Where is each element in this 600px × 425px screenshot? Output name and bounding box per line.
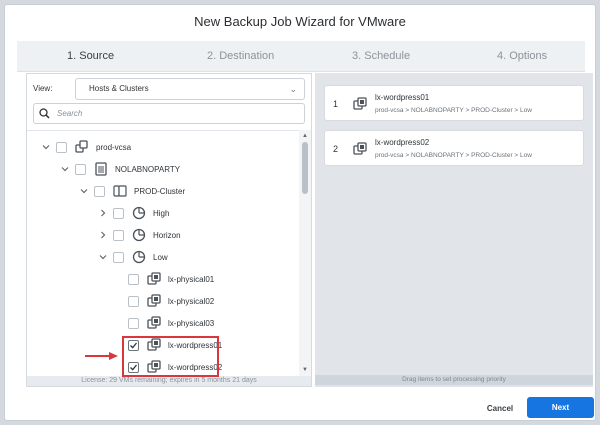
tree-node-label: lx-physical01 [168,274,215,284]
cancel-button[interactable]: Cancel [475,398,525,418]
scroll-down-icon[interactable]: ▼ [301,366,309,374]
chevron-down-icon[interactable] [79,186,89,196]
tree-node-lx-physical03[interactable]: lx-physical03 [128,314,214,332]
tree-node-nolabnoparty[interactable]: NOLABNOPARTY [60,160,180,178]
tree-node-high[interactable]: High [98,204,169,222]
chevron-down-icon[interactable] [41,142,51,152]
item-path: prod-vcsa > NOLABNOPARTY > PROD-Cluster … [375,152,532,159]
tree-node-label: prod-vcsa [96,142,132,152]
step-schedule[interactable]: 3. Schedule [352,41,410,72]
checkbox[interactable] [113,251,124,263]
vm-icon [147,272,161,286]
item-number: 1 [333,99,339,109]
datacenter-icon [94,162,108,176]
step-destination[interactable]: 2. Destination [207,41,274,72]
item-path: prod-vcsa > NOLABNOPARTY > PROD-Cluster … [375,107,532,114]
tree-node-label: lx-physical02 [168,296,215,306]
tree-node-lx-physical02[interactable]: lx-physical02 [128,292,214,310]
checkbox[interactable] [113,207,124,219]
next-button[interactable]: Next [527,397,594,418]
search-icon [39,108,50,119]
checkbox[interactable] [56,141,67,153]
chevron-down-icon[interactable] [60,164,70,174]
checkbox[interactable] [128,273,139,285]
vm-icon [147,316,161,330]
view-select-value: Hosts & Clusters [89,84,149,93]
item-name: lx-wordpress01 [375,93,430,102]
step-source[interactable]: 1. Source [67,41,114,72]
vcenter-icon [75,140,89,154]
step-options[interactable]: 4. Options [497,41,547,72]
search-input[interactable] [57,106,297,121]
tree-node-label: lx-physical03 [168,318,215,328]
wizard-dialog: New Backup Job Wizard for VMware 1. Sour… [4,4,596,421]
tree-node-label: NOLABNOPARTY [115,164,181,174]
tree-node-label: High [153,208,170,218]
checkbox[interactable] [75,163,86,175]
scroll-up-icon[interactable]: ▲ [301,132,309,140]
chevron-right-icon[interactable] [98,230,108,240]
selected-item-card[interactable]: 1 lx-wordpress01 prod-vcsa > NOLABNOPART… [324,85,584,121]
vm-icon [353,142,367,156]
checkbox[interactable] [128,317,139,329]
selected-item-card[interactable]: 2 lx-wordpress02 prod-vcsa > NOLABNOPART… [324,130,584,166]
view-label: View: [33,84,53,93]
resource-pool-icon [132,250,146,264]
tree-node-label: PROD-Cluster [134,186,186,196]
wizard-steps: 1. Source 2. Destination 3. Schedule 4. … [17,41,585,72]
chevron-right-icon[interactable] [98,208,108,218]
chevron-down-icon[interactable] [98,252,108,262]
checkbox[interactable] [113,229,124,241]
vm-icon [147,294,161,308]
dialog-title: New Backup Job Wizard for VMware [194,14,406,29]
cluster-icon [113,184,127,198]
resource-pool-icon [132,206,146,220]
priority-hint: Drag items to set processing priority [315,375,593,385]
tree-node-low[interactable]: Low [98,248,168,266]
arrow-right-icon [85,352,118,360]
checkbox[interactable] [128,295,139,307]
view-select[interactable]: Hosts & Clusters ⌄ [75,78,305,100]
tree-node-prod-cluster[interactable]: PROD-Cluster [79,182,185,200]
tree-node-label: Horizon [153,230,181,240]
item-number: 2 [333,144,339,154]
tree-node-label: Low [153,252,168,262]
vm-icon [353,97,367,111]
tree-node-lx-physical01[interactable]: lx-physical01 [128,270,214,288]
resource-pool-icon [132,228,146,242]
selection-highlight-box [122,336,219,377]
license-info: License: 29 VMs remaining; expires in 5 … [27,376,311,386]
scroll-thumb[interactable] [302,142,308,194]
tree-node-horizon[interactable]: Horizon [98,226,181,244]
item-name: lx-wordpress02 [375,138,430,147]
search-field[interactable] [33,103,305,124]
checkbox[interactable] [94,185,105,197]
tree-node-prod-vcsa[interactable]: prod-vcsa [41,138,131,156]
chevron-down-icon: ⌄ [289,84,297,94]
selected-items-panel: 1 lx-wordpress01 prod-vcsa > NOLABNOPART… [315,73,593,387]
tree-scrollbar[interactable]: ▲ ▼ [299,130,311,376]
